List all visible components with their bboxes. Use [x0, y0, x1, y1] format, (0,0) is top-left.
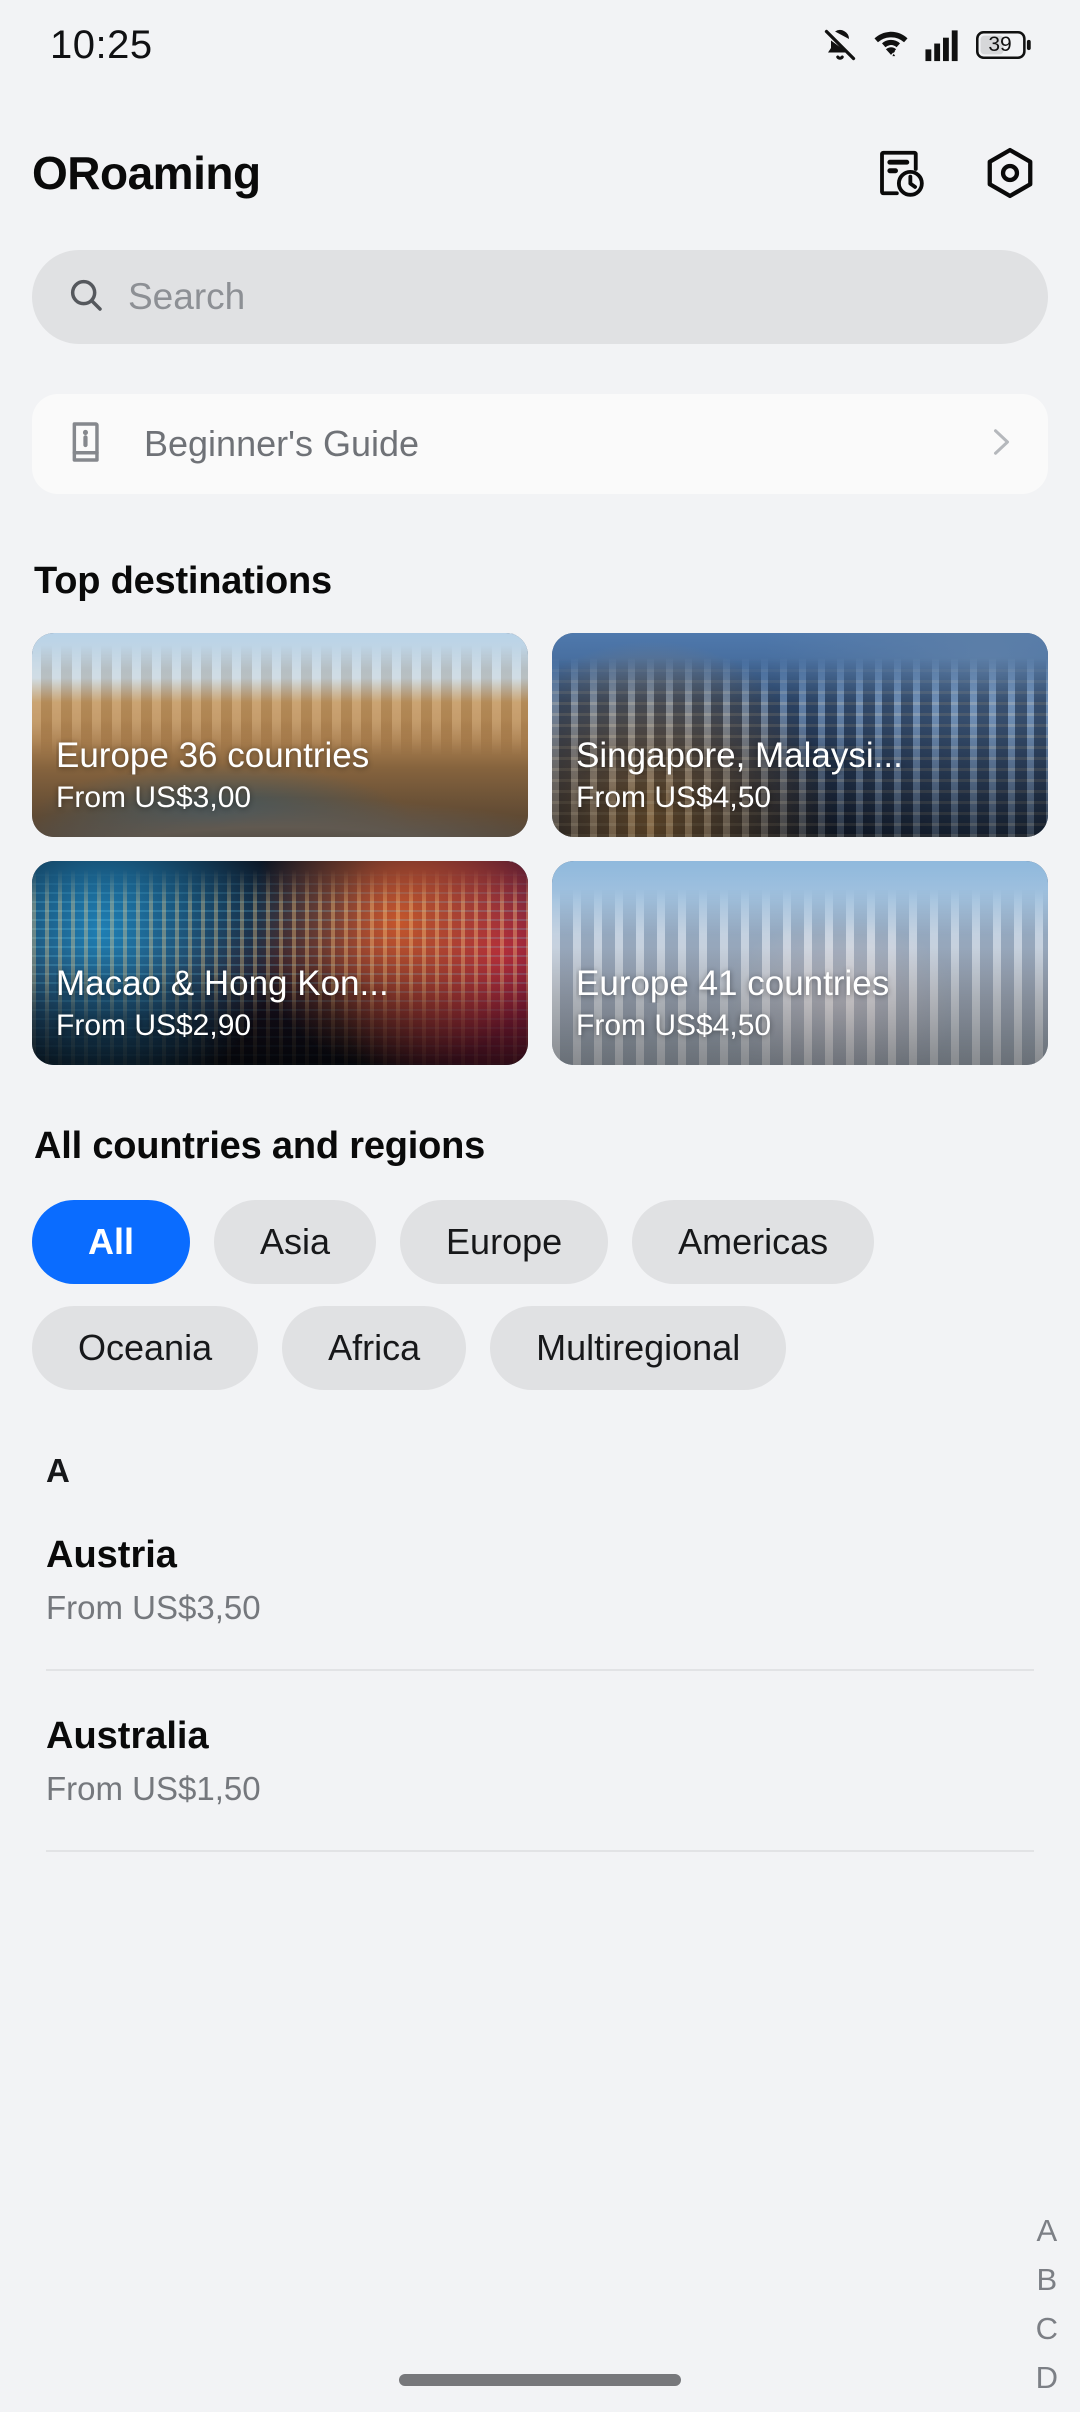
destination-name: Macao & Hong Kon...: [56, 963, 389, 1003]
guide-label: Beginner's Guide: [144, 423, 420, 464]
destination-card[interactable]: Europe 41 countries From US$4,50: [552, 861, 1048, 1065]
filter-chip-multiregional[interactable]: Multiregional: [490, 1306, 787, 1390]
status-bar: 10:25 39: [0, 0, 1080, 90]
list-item[interactable]: Australia From US$1,50: [46, 1671, 1034, 1808]
filter-chip-europe[interactable]: Europe: [400, 1200, 609, 1284]
destination-card[interactable]: Macao & Hong Kon... From US$2,90: [32, 861, 528, 1065]
destination-caption: Europe 41 countries From US$4,50: [576, 964, 1034, 1043]
search-icon: [66, 275, 106, 320]
destination-card[interactable]: Europe 36 countries From US$3,00: [32, 633, 528, 837]
destination-price: From US$3,00: [56, 781, 252, 814]
destination-price: From US$2,90: [56, 1009, 252, 1042]
destination-name: Europe 36 countries: [56, 735, 370, 775]
page-title: ORoaming: [32, 147, 261, 199]
home-indicator[interactable]: [399, 2374, 681, 2386]
order-history-icon[interactable]: [870, 143, 930, 203]
country-name: Austria: [46, 1534, 177, 1576]
country-price: From US$3,50: [46, 1589, 261, 1626]
bell-muted-icon: [822, 27, 858, 63]
top-destinations-title: Top destinations: [34, 560, 332, 602]
chevron-right-icon: [982, 424, 1018, 465]
status-time: 10:25: [50, 22, 153, 67]
all-countries-title: All countries and regions: [34, 1125, 486, 1167]
destination-name: Singapore, Malaysi...: [576, 735, 903, 775]
battery-icon: 39: [976, 29, 1032, 61]
cellular-signal-icon: [924, 28, 962, 62]
header-actions: [870, 143, 1040, 203]
country-name: Australia: [46, 1715, 209, 1757]
settings-hexagon-icon[interactable]: [980, 143, 1040, 203]
wifi-icon: [872, 27, 910, 63]
alpha-section-header: A: [46, 1452, 70, 1489]
destination-card[interactable]: Singapore, Malaysi... From US$4,50: [552, 633, 1048, 837]
app-header: ORoaming: [0, 118, 1080, 228]
destination-caption: Singapore, Malaysi... From US$4,50: [576, 736, 1034, 815]
beginners-guide-row[interactable]: Beginner's Guide: [32, 394, 1048, 494]
search-placeholder: Search: [128, 276, 246, 317]
top-destinations-grid: Europe 36 countries From US$3,00 Singapo…: [0, 633, 1080, 1065]
battery-level-text: 39: [988, 33, 1012, 56]
filter-chip-oceania[interactable]: Oceania: [32, 1306, 259, 1390]
status-icons: 39: [822, 27, 1032, 63]
filter-chip-all[interactable]: All: [32, 1200, 191, 1284]
destination-name: Europe 41 countries: [576, 963, 890, 1003]
guide-section: Beginner's Guide: [0, 394, 1080, 494]
destination-price: From US$4,50: [576, 1009, 772, 1042]
destination-caption: Europe 36 countries From US$3,00: [56, 736, 514, 815]
book-info-icon: [64, 419, 110, 470]
region-filter-chips: All Asia Europe Americas Oceania Africa …: [0, 1200, 1080, 1390]
filter-chip-africa[interactable]: Africa: [282, 1306, 467, 1390]
alphabet-index-letter[interactable]: B: [1036, 2264, 1057, 2295]
alphabet-index-letter[interactable]: C: [1036, 2313, 1058, 2344]
country-price: From US$1,50: [46, 1770, 261, 1807]
list-divider: [46, 1850, 1034, 1852]
list-item[interactable]: Austria From US$3,50: [46, 1490, 1034, 1627]
filter-chip-asia[interactable]: Asia: [214, 1200, 377, 1284]
destination-price: From US$4,50: [576, 781, 772, 814]
country-list: A Austria From US$3,50 Australia From US…: [0, 1452, 1080, 1852]
alphabet-index-letter[interactable]: A: [1036, 2215, 1057, 2246]
alphabet-index-letter[interactable]: D: [1036, 2362, 1058, 2393]
search-input[interactable]: Search: [32, 250, 1048, 344]
search-section: Search: [0, 250, 1080, 344]
destination-caption: Macao & Hong Kon... From US$2,90: [56, 964, 514, 1043]
filter-chip-americas[interactable]: Americas: [632, 1200, 875, 1284]
alphabet-index-scrubber[interactable]: A B C D: [1036, 2215, 1058, 2393]
